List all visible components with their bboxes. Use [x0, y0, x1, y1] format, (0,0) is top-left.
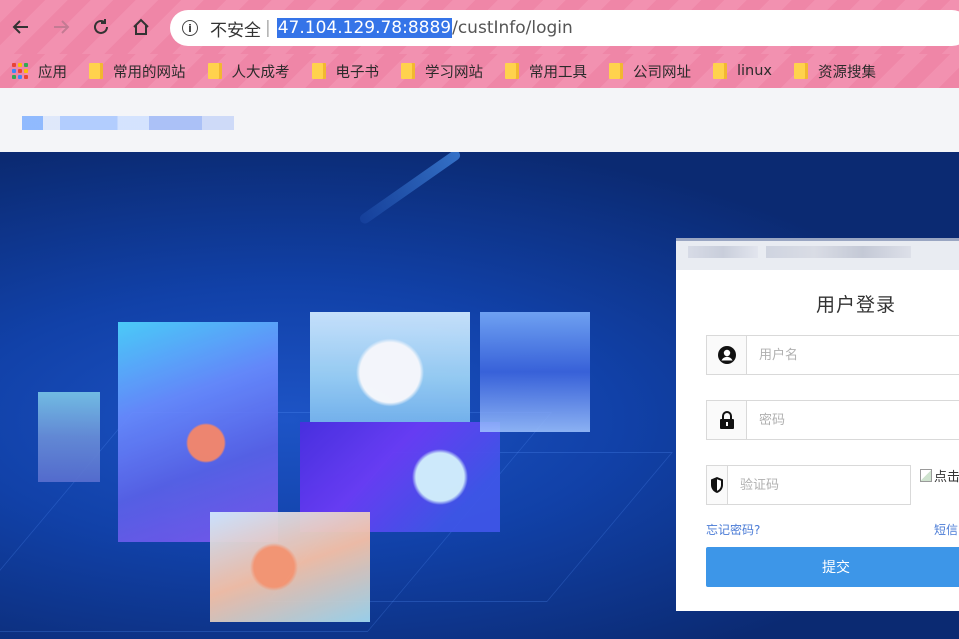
folder-icon — [505, 63, 519, 79]
bookmark-folder[interactable]: 常用的网站 — [89, 61, 186, 82]
folder-icon — [207, 63, 222, 79]
home-icon[interactable] — [128, 14, 154, 40]
server-illustration — [38, 392, 100, 482]
address-bar[interactable]: i 不安全 | 47.104.129.78:8889 /custInfo/log… — [170, 10, 959, 46]
bookmark-folder[interactable]: 人大成考 — [207, 61, 290, 82]
bookmark-label: linux — [737, 63, 773, 79]
card-header-text-blur — [688, 246, 758, 258]
sms-login-link[interactable]: 短信 — [934, 521, 958, 538]
info-icon[interactable]: i — [182, 20, 198, 36]
forward-arrow-icon[interactable] — [48, 14, 74, 40]
submit-button[interactable]: 提交 — [706, 547, 959, 587]
monitor-illustration — [480, 312, 590, 432]
bookmark-label: 常用工具 — [529, 64, 587, 81]
folder-icon — [794, 63, 809, 79]
captcha-alt-text: 点击 — [934, 469, 959, 485]
url-path[interactable]: /custInfo/login — [452, 18, 573, 38]
username-field[interactable] — [706, 335, 959, 375]
bookmarks-bar: 应用 常用的网站 人大成考 电子书 学习网站 常用工具 公司网址 linux 资… — [0, 54, 959, 88]
apps-icon — [12, 63, 28, 79]
bookmark-folder[interactable]: 学习网站 — [401, 61, 483, 82]
login-title: 用户登录 — [815, 294, 896, 316]
box-illustration — [210, 512, 370, 622]
bookmark-folder[interactable]: linux — [713, 63, 772, 79]
lock-icon — [707, 401, 747, 439]
bookmark-label: 常用的网站 — [113, 64, 186, 81]
captcha-field[interactable] — [706, 465, 911, 505]
device-illustration — [118, 322, 278, 542]
bookmark-folder[interactable]: 电子书 — [311, 61, 380, 82]
back-arrow-icon[interactable] — [8, 14, 34, 40]
username-input[interactable] — [747, 336, 959, 374]
captcha-image[interactable]: 点击 — [920, 465, 959, 485]
site-logo — [22, 116, 234, 130]
password-field[interactable] — [706, 400, 959, 440]
bookmark-label: 应用 — [38, 64, 67, 81]
bookmark-label: 人大成考 — [231, 64, 290, 81]
cloud-illustration — [310, 312, 470, 422]
folder-icon — [89, 63, 103, 79]
folder-icon — [401, 63, 415, 79]
bookmark-label: 资源搜集 — [818, 64, 877, 81]
bookmark-folder[interactable]: 资源搜集 — [794, 61, 876, 82]
browser-toolbar: i 不安全 | 47.104.129.78:8889 /custInfo/log… — [0, 0, 959, 54]
folder-icon — [311, 63, 326, 79]
shield-icon — [707, 466, 728, 504]
bookmark-apps[interactable]: 应用 — [12, 61, 67, 82]
broken-image-icon — [920, 468, 932, 482]
bookmark-folder[interactable]: 常用工具 — [505, 61, 587, 82]
url-host[interactable]: 47.104.129.78:8889 — [276, 18, 453, 38]
login-card: 用户登录 点击 忘记密码? 短信 提交 — [676, 238, 959, 611]
security-status: 不安全 — [210, 20, 261, 41]
folder-icon — [609, 63, 623, 79]
bookmark-label: 电子书 — [335, 64, 380, 81]
light-streak — [357, 152, 463, 226]
user-icon — [707, 336, 747, 374]
bookmark-label: 学习网站 — [425, 64, 483, 81]
forgot-password-link[interactable]: 忘记密码? — [706, 521, 760, 538]
captcha-input[interactable] — [728, 466, 910, 504]
folder-icon — [713, 63, 727, 79]
bookmark-label: 公司网址 — [633, 64, 691, 81]
reload-icon[interactable] — [88, 14, 114, 40]
card-header-text-blur — [766, 246, 911, 258]
omnibox-separator: | — [265, 18, 271, 38]
password-input[interactable] — [747, 401, 959, 439]
page-header — [0, 88, 959, 152]
card-header-blur — [676, 238, 959, 270]
bookmark-folder[interactable]: 公司网址 — [609, 61, 691, 82]
